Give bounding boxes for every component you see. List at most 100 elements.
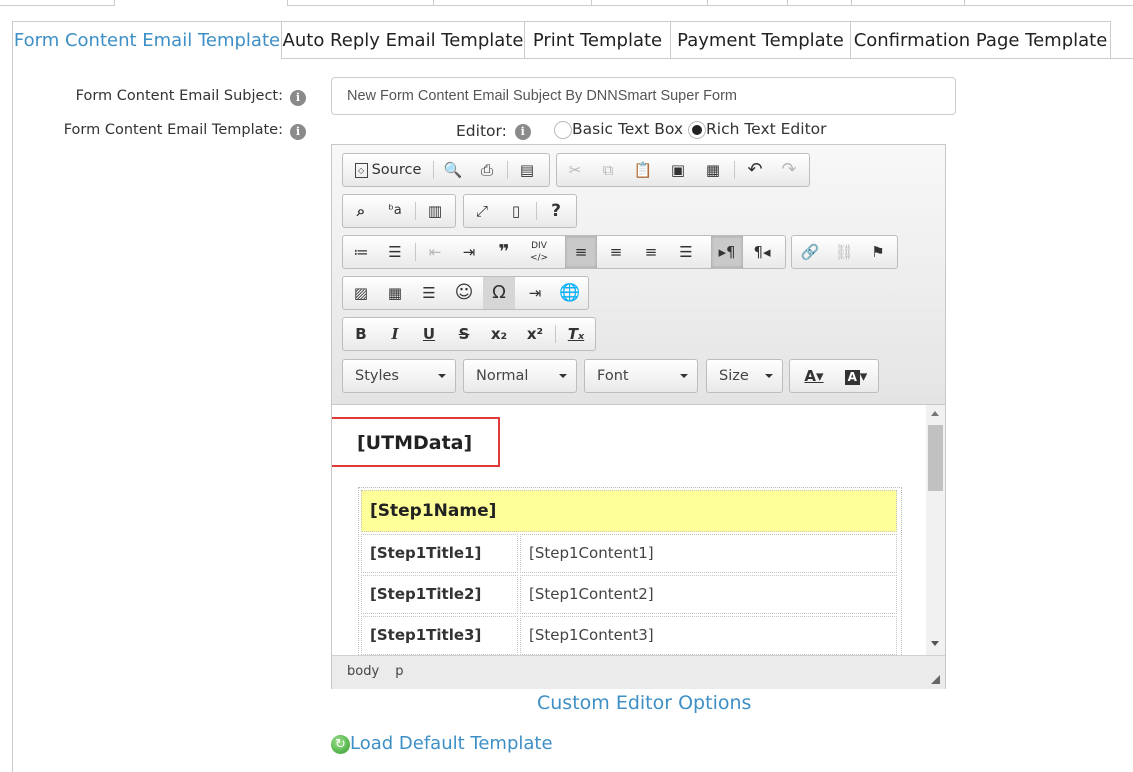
toolbar-group-clipboard: ✂ ⧉ 📋 ▣ ▦ ↶ ↷ xyxy=(556,153,810,187)
toolbar-group-basicstyles: B I U S x₂ x² Tₓ xyxy=(342,317,596,351)
resize-handle-icon[interactable] xyxy=(931,675,940,684)
outer-tab[interactable] xyxy=(707,0,788,6)
show-blocks-icon[interactable]: ▯ xyxy=(500,195,532,227)
anchor-icon[interactable]: ⚑ xyxy=(862,236,894,268)
load-default-template-link[interactable]: Load Default Template xyxy=(350,733,553,754)
select-all-icon[interactable]: ▥ xyxy=(419,195,451,227)
scroll-up-icon[interactable] xyxy=(931,411,939,416)
subject-input[interactable] xyxy=(331,77,956,115)
font-dropdown-label: Font xyxy=(597,368,629,384)
subject-info-icon[interactable]: i xyxy=(290,90,306,106)
image-icon[interactable]: ▨ xyxy=(345,277,377,309)
editor-label-text: Editor: xyxy=(456,122,507,140)
strikethrough-icon[interactable]: S xyxy=(448,318,480,350)
cut-icon[interactable]: ✂ xyxy=(559,154,591,186)
outer-tab[interactable] xyxy=(964,0,1133,6)
iframe-globe-icon[interactable]: 🌐 xyxy=(554,277,586,309)
font-dropdown[interactable]: Font xyxy=(584,359,698,393)
find-icon[interactable]: ⌕ xyxy=(345,195,377,227)
path-body[interactable]: body xyxy=(347,664,379,679)
italic-icon[interactable]: I xyxy=(379,318,411,350)
load-default-template[interactable]: ↻ Load Default Template xyxy=(331,733,553,754)
format-dropdown-label: Normal xyxy=(476,368,529,384)
smiley-icon[interactable]: ☺ xyxy=(448,277,480,309)
help-icon[interactable]: ? xyxy=(540,195,572,227)
toolbar-group-document: ◇ Source 🔍 ⎙ ▤ xyxy=(342,153,550,187)
chevron-down-icon xyxy=(559,374,567,378)
outer-tab[interactable] xyxy=(787,0,852,6)
editor-content[interactable]: [UTMData] [Step1Name] [Step1Title1] [Ste… xyxy=(332,405,926,655)
tab-auto-reply-email-template[interactable]: Auto Reply Email Template xyxy=(281,21,525,59)
justify-icon[interactable]: ☰ xyxy=(670,236,702,268)
outer-tab[interactable] xyxy=(433,0,592,6)
align-left-icon[interactable]: ≡ xyxy=(565,236,597,268)
table-icon[interactable]: ▦ xyxy=(379,277,411,309)
styles-dropdown[interactable]: Styles xyxy=(342,359,456,393)
maximize-icon[interactable]: ⤢ xyxy=(466,195,498,227)
background-color-icon[interactable]: A ▾ xyxy=(836,360,876,392)
radio-basic-text-box-label[interactable]: Basic Text Box xyxy=(572,120,683,138)
source-button[interactable]: ◇ Source xyxy=(347,154,429,186)
paste-text-icon[interactable]: ▣ xyxy=(662,154,694,186)
replace-icon[interactable]: ᵇa xyxy=(379,195,411,227)
page-break-icon[interactable]: ⇥ xyxy=(519,277,551,309)
toolbar-group-find: ⌕ ᵇa ▥ xyxy=(342,194,456,228)
rtl-icon[interactable]: ¶◂ xyxy=(746,236,778,268)
ltr-icon[interactable]: ▸¶ xyxy=(711,236,743,268)
superscript-icon[interactable]: x² xyxy=(519,318,551,350)
subscript-icon[interactable]: x₂ xyxy=(483,318,515,350)
link-icon[interactable]: 🔗 xyxy=(794,236,826,268)
decrease-indent-icon[interactable]: ⇤ xyxy=(419,236,451,268)
radio-rich-text-editor-label[interactable]: Rich Text Editor xyxy=(706,120,827,138)
scroll-down-icon[interactable] xyxy=(931,641,939,646)
templates-icon[interactable]: ▤ xyxy=(511,154,543,186)
underline-icon[interactable]: U xyxy=(413,318,445,350)
bulleted-list-icon[interactable]: ☰ xyxy=(379,236,411,268)
step-title-cell: [Step1Title2] xyxy=(361,575,518,614)
create-div-icon[interactable]: DIV </> xyxy=(523,236,555,268)
preview-icon[interactable]: 🔍 xyxy=(437,154,469,186)
editor-scrollbar[interactable] xyxy=(926,405,945,655)
print-icon[interactable]: ⎙ xyxy=(471,154,503,186)
size-dropdown-label: Size xyxy=(719,368,749,384)
paste-icon[interactable]: 📋 xyxy=(627,154,659,186)
copy-icon[interactable]: ⧉ xyxy=(592,154,624,186)
tab-form-content-email-template[interactable]: Form Content Email Template xyxy=(12,21,282,59)
increase-indent-icon[interactable]: ⇥ xyxy=(453,236,485,268)
refresh-icon: ↻ xyxy=(331,734,350,754)
outer-tab[interactable] xyxy=(591,0,708,6)
editor-info-icon[interactable]: i xyxy=(514,123,531,140)
template-info-icon[interactable]: i xyxy=(290,124,306,140)
scroll-thumb[interactable] xyxy=(928,425,943,491)
path-p[interactable]: p xyxy=(395,664,403,679)
step-content-cell: [Step1Content1] xyxy=(520,534,897,573)
outer-tab[interactable] xyxy=(851,0,965,6)
size-dropdown[interactable]: Size xyxy=(706,359,783,393)
source-label: Source xyxy=(371,162,422,178)
undo-icon[interactable]: ↶ xyxy=(739,154,771,186)
tab-payment-template[interactable]: Payment Template xyxy=(670,21,851,59)
align-right-icon[interactable]: ≡ xyxy=(635,236,667,268)
align-center-icon[interactable]: ≡ xyxy=(600,236,632,268)
radio-basic-text-box[interactable] xyxy=(554,120,572,139)
paste-word-icon[interactable]: ▦ xyxy=(697,154,729,186)
remove-format-icon[interactable]: Tₓ xyxy=(560,318,592,350)
special-char-icon[interactable]: Ω xyxy=(483,277,515,309)
redo-icon[interactable]: ↷ xyxy=(773,154,805,186)
step-content-cell: [Step1Content3] xyxy=(520,616,897,655)
outer-tab-active[interactable] xyxy=(114,0,288,6)
format-dropdown[interactable]: Normal xyxy=(463,359,577,393)
tab-confirmation-page-template[interactable]: Confirmation Page Template xyxy=(850,21,1111,59)
tab-print-template[interactable]: Print Template xyxy=(524,21,671,59)
outer-tab[interactable] xyxy=(287,0,434,6)
radio-rich-text-editor[interactable] xyxy=(688,120,706,139)
chevron-down-icon xyxy=(438,374,446,378)
outer-tab[interactable] xyxy=(0,0,115,6)
numbered-list-icon[interactable]: ≔ xyxy=(345,236,377,268)
custom-editor-options-link[interactable]: Custom Editor Options xyxy=(537,692,751,714)
unlink-icon[interactable]: ⛓ xyxy=(828,236,860,268)
blockquote-icon[interactable]: ❞ xyxy=(488,236,520,268)
horizontal-line-icon[interactable]: ☰ xyxy=(413,277,445,309)
text-color-icon[interactable]: A▾ xyxy=(794,360,834,392)
bold-icon[interactable]: B xyxy=(345,318,377,350)
